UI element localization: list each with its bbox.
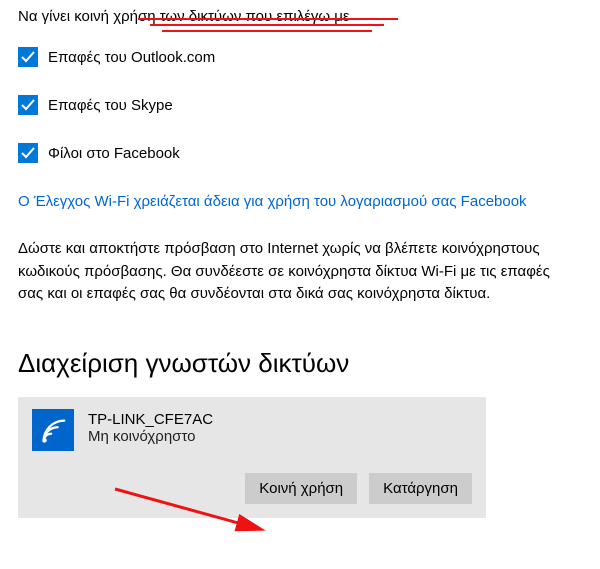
checkbox-skype[interactable]: Επαφές του Skype: [18, 95, 582, 115]
checkmark-icon: [18, 95, 38, 115]
intro-text: Να γίνει κοινή χρήση των δικτύων που επι…: [18, 8, 582, 25]
description-text: Δώστε και αποκτήστε πρόσβαση στο Interne…: [18, 238, 578, 306]
checkbox-facebook[interactable]: Φίλοι στο Facebook: [18, 143, 582, 163]
checkmark-icon: [18, 47, 38, 67]
network-status: Μη κοινόχρηστο: [88, 428, 213, 445]
wifi-icon: [32, 409, 74, 451]
network-name: TP-LINK_CFE7AC: [88, 411, 213, 428]
checkbox-label: Επαφές του Skype: [48, 97, 173, 114]
checkbox-label: Επαφές του Outlook.com: [48, 49, 215, 66]
annotation-underline: [162, 30, 372, 32]
checkmark-icon: [18, 143, 38, 163]
remove-button[interactable]: Κατάργηση: [369, 473, 472, 504]
facebook-permission-link[interactable]: Ο Έλεγχος Wi-Fi χρειάζεται άδεια για χρή…: [18, 191, 578, 212]
network-item[interactable]: TP-LINK_CFE7AC Μη κοινόχρηστο Κοινή χρήσ…: [18, 397, 486, 518]
checkbox-outlook[interactable]: Επαφές του Outlook.com: [18, 47, 582, 67]
share-button[interactable]: Κοινή χρήση: [245, 473, 357, 504]
checkbox-label: Φίλοι στο Facebook: [48, 145, 180, 162]
section-title-known-networks: Διαχείριση γνωστών δικτύων: [18, 348, 582, 379]
